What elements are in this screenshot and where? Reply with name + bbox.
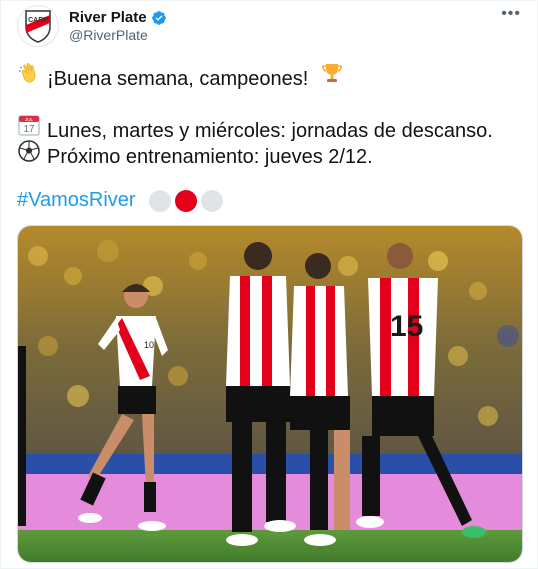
waving-hand-icon bbox=[17, 61, 41, 92]
tweet-photo[interactable]: 10 15 bbox=[17, 225, 523, 563]
author-row: River Plate bbox=[69, 9, 167, 26]
greeting-text: ¡Buena semana, campeones! bbox=[47, 68, 309, 90]
calendar-month: JUL bbox=[25, 117, 33, 122]
decorative-dots bbox=[149, 189, 224, 212]
tweet-line-hashtag: #VamosRiver bbox=[17, 187, 523, 213]
display-name[interactable]: River Plate bbox=[69, 9, 147, 26]
soccer-ball-icon bbox=[17, 139, 41, 170]
tweet-card: CARP River Plate @RiverPlate ••• ¡Buena … bbox=[0, 0, 538, 569]
grey-circle-icon bbox=[149, 189, 172, 212]
verified-badge-icon bbox=[151, 10, 166, 25]
river-plate-avatar[interactable]: CARP bbox=[17, 5, 59, 47]
hashtag-link[interactable]: #VamosRiver bbox=[17, 189, 136, 211]
trophy-icon bbox=[320, 61, 344, 92]
river-plate-crest-icon: CARP bbox=[25, 10, 51, 43]
right-player-number: 15 bbox=[390, 310, 423, 343]
next-training-text: Próximo entrenamiento: jueves 2/12. bbox=[47, 146, 373, 168]
tweet-line-greeting: ¡Buena semana, campeones! bbox=[17, 61, 523, 92]
red-circle-icon bbox=[175, 189, 198, 212]
account-handle[interactable]: @RiverPlate bbox=[69, 27, 148, 43]
grey-circle-icon bbox=[201, 189, 224, 212]
calendar-day: 17 bbox=[23, 124, 35, 135]
more-options-button[interactable]: ••• bbox=[501, 5, 521, 23]
left-player-number: 10 bbox=[144, 340, 154, 350]
svg-text:CARP: CARP bbox=[28, 17, 48, 24]
tweet-line-next-training: Próximo entrenamiento: jueves 2/12. bbox=[17, 139, 523, 170]
celebrating-players-image: 10 15 bbox=[18, 226, 522, 562]
